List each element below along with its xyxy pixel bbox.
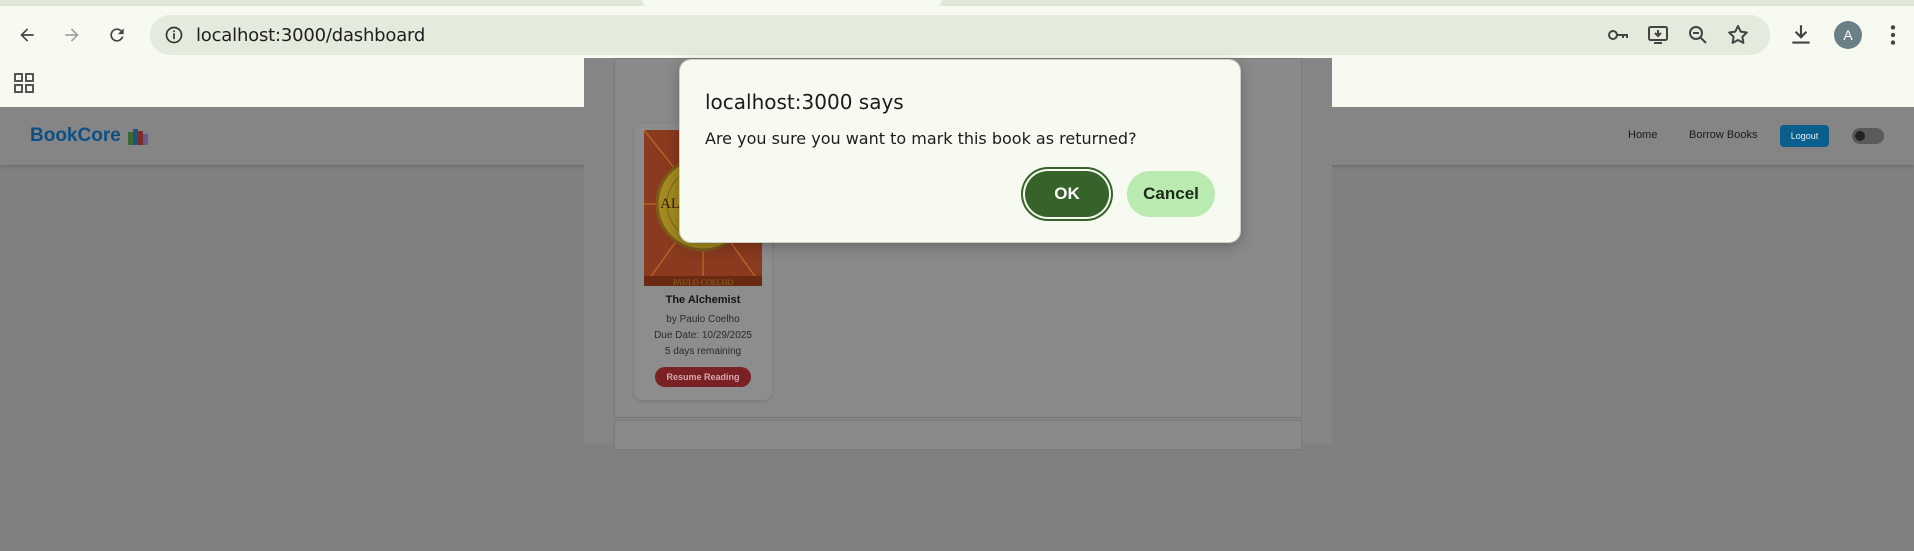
ok-button[interactable]: OK [1025,171,1109,217]
svg-text:PAULO COELHO: PAULO COELHO [673,278,734,286]
download-icon[interactable] [1788,22,1814,48]
url-text[interactable]: localhost:3000/dashboard [196,25,425,46]
back-arrow-icon [20,28,34,42]
browser-toolbar: localhost:3000/dashboard A [0,10,1914,60]
profile-avatar[interactable]: A [1834,21,1862,49]
forward-arrow-icon [65,28,79,42]
zoom-out-icon[interactable] [1686,23,1710,47]
apps-grid-icon[interactable] [12,71,36,95]
cancel-button[interactable]: Cancel [1127,171,1215,217]
dialog-message: Are you sure you want to mark this book … [705,129,1137,148]
star-icon[interactable] [1726,23,1750,47]
confirm-dialog: localhost:3000 says Are you sure you wan… [679,59,1241,243]
install-app-icon[interactable] [1646,23,1670,47]
resume-reading-button[interactable]: Resume Reading [655,367,751,387]
logout-button[interactable]: Logout [1780,125,1829,147]
book-author: by Paulo Coelho [666,314,740,325]
next-section [614,420,1302,450]
tab-strip [0,0,1914,6]
brand-name: BookCore [30,125,121,146]
reload-button[interactable] [100,18,134,52]
nav-home-link[interactable]: Home [1628,129,1657,141]
site-info-icon[interactable] [164,25,184,45]
dialog-title: localhost:3000 says [705,90,904,114]
brand-logo[interactable]: BookCore [30,125,149,147]
active-tab[interactable] [642,0,942,6]
book-title: The Alchemist [665,294,741,306]
theme-toggle[interactable] [1852,128,1884,144]
book-due-date: Due Date: 10/29/2025 [654,330,752,341]
key-icon[interactable] [1606,23,1630,47]
forward-button[interactable] [55,18,89,52]
nav-borrow-books-link[interactable]: Borrow Books [1689,129,1757,141]
address-bar[interactable]: localhost:3000/dashboard [150,15,1770,55]
book-days-remaining: 5 days remaining [664,346,742,357]
books-icon [127,129,148,145]
reload-icon [110,28,124,42]
more-vert-icon[interactable] [1880,22,1906,48]
back-button[interactable] [10,18,44,52]
